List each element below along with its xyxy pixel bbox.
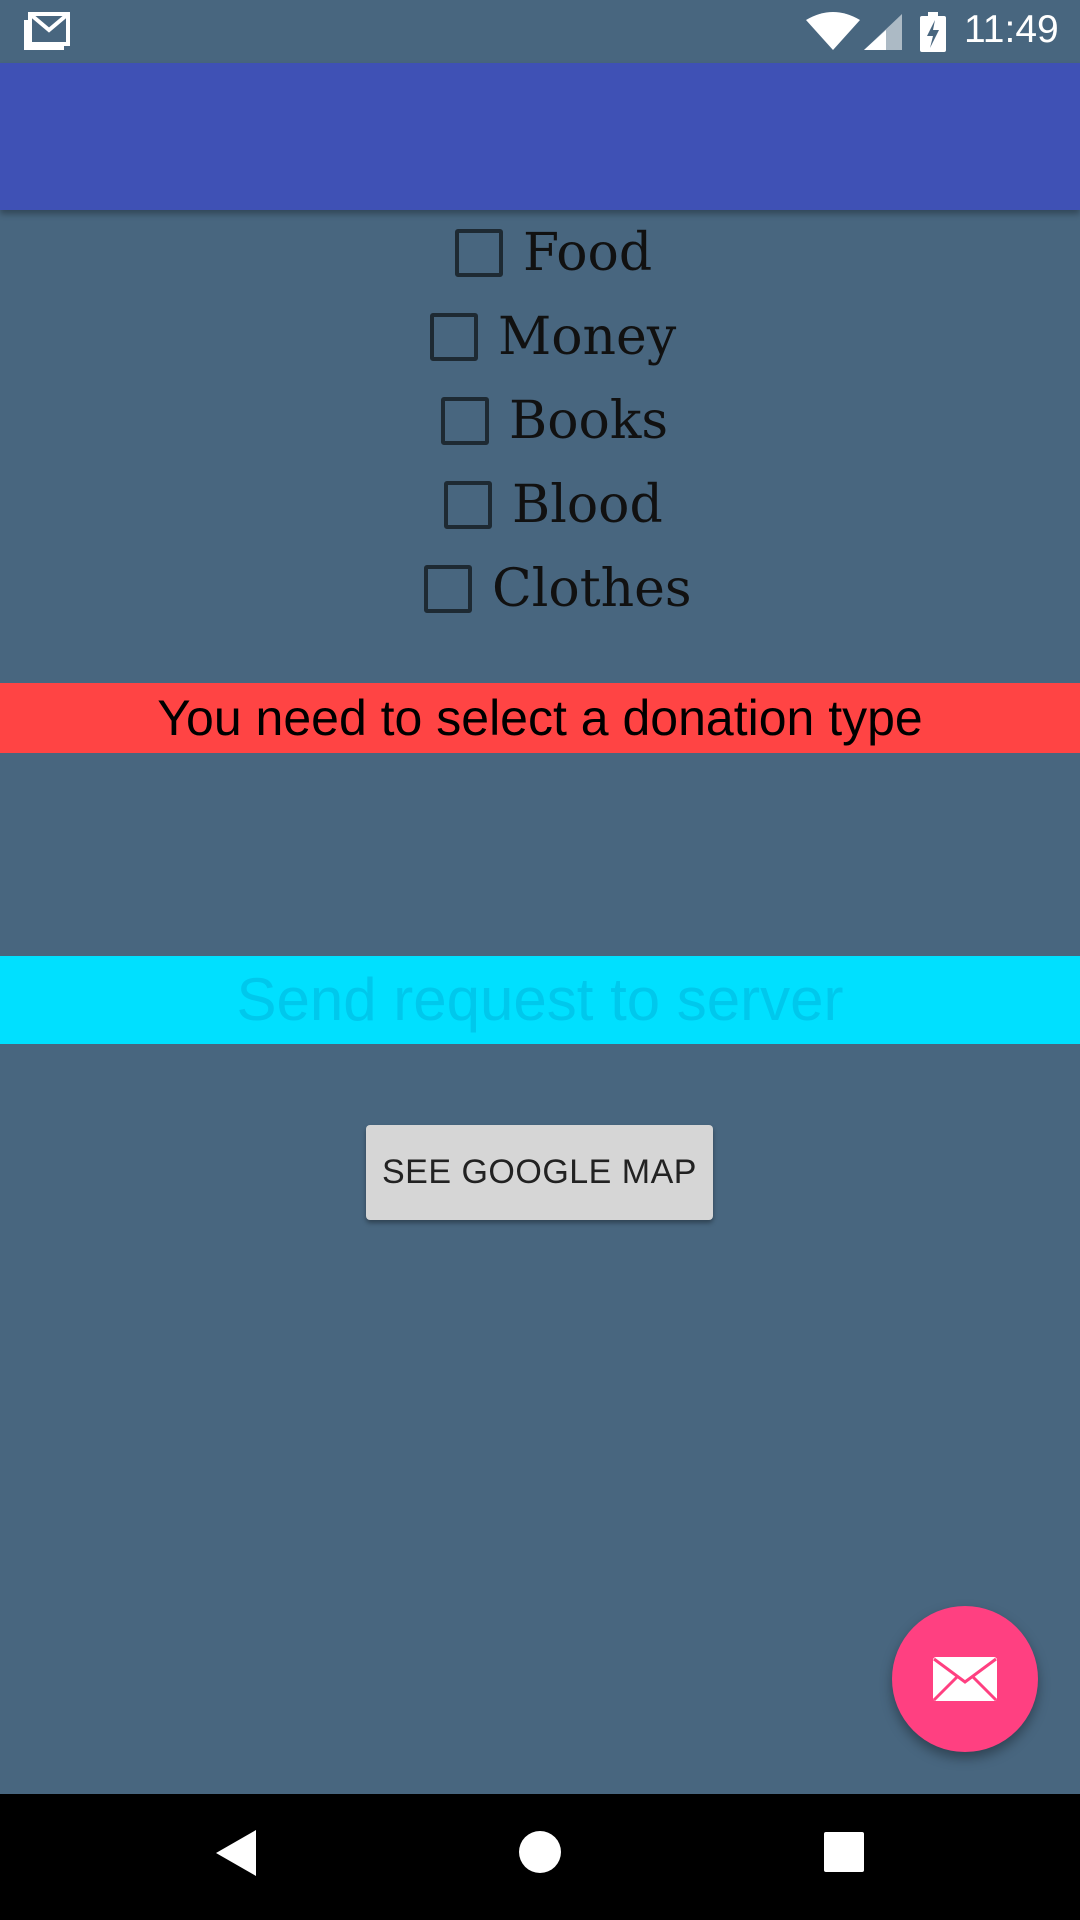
signal-icon	[864, 14, 902, 50]
checkbox-blood[interactable]: Blood	[444, 465, 663, 545]
status-bar: 11:49	[0, 0, 1080, 63]
checkbox-box[interactable]	[430, 313, 478, 361]
checkbox-money[interactable]: Money	[430, 297, 676, 377]
app-bar	[0, 63, 1080, 210]
checkbox-box[interactable]	[441, 397, 489, 445]
checkbox-box[interactable]	[455, 229, 503, 277]
checkbox-label-books: Books	[509, 391, 669, 451]
send-request-button[interactable]: Send request to server	[0, 956, 1080, 1044]
mail-fab-button[interactable]	[892, 1606, 1038, 1752]
checkbox-box[interactable]	[424, 565, 472, 613]
battery-charging-icon	[920, 12, 946, 52]
checkbox-label-money: Money	[498, 307, 677, 367]
checkbox-box[interactable]	[444, 481, 492, 529]
checkbox-label-food: Food	[523, 223, 653, 283]
home-icon[interactable]	[518, 1830, 562, 1874]
checkbox-food[interactable]: Food	[455, 213, 652, 293]
checkbox-label-clothes: Clothes	[492, 559, 692, 619]
wifi-icon	[806, 12, 860, 50]
navigation-bar	[0, 1794, 1080, 1920]
mail-icon	[932, 1657, 998, 1702]
see-google-map-button[interactable]: SEE GOOGLE MAP	[366, 1125, 713, 1220]
back-icon[interactable]	[216, 1830, 256, 1876]
status-time: 11:49	[964, 8, 1059, 51]
error-banner: You need to select a donation type	[0, 683, 1080, 753]
checkbox-label-blood: Blood	[512, 475, 663, 535]
checkbox-clothes[interactable]: Clothes	[424, 549, 692, 629]
gmail-icon	[24, 12, 70, 50]
checkbox-books[interactable]: Books	[441, 381, 668, 461]
recents-icon[interactable]	[824, 1832, 864, 1872]
